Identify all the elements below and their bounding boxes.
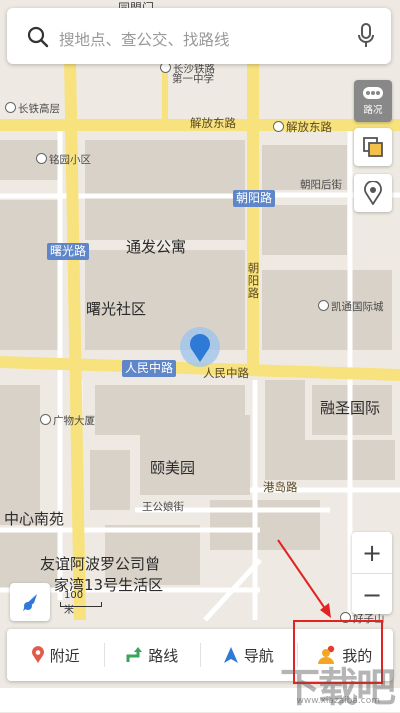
poi-guangwu: 广物大厦 — [40, 414, 95, 427]
zoom-control: + − — [352, 532, 392, 614]
area-yimei: 颐美园 — [150, 459, 196, 477]
tab-route[interactable]: 路线 — [103, 629, 201, 681]
tab-nearby[interactable]: 附近 — [7, 629, 104, 681]
layers-button[interactable] — [354, 128, 392, 166]
poi-chaoyanghoujie: 朝阳后街 — [300, 179, 342, 191]
location-pin-icon — [31, 646, 44, 663]
poi-changtie: 长铁高层 — [5, 102, 60, 115]
traffic-icon — [363, 87, 383, 99]
road-jiefang-2: 解放东路 — [273, 121, 332, 134]
scale-bar — [60, 602, 102, 607]
layers-icon — [363, 137, 383, 157]
search-icon — [27, 26, 49, 48]
traffic-button[interactable]: 路况 — [354, 80, 392, 122]
tab-navigate-label: 导航 — [243, 646, 274, 665]
poi-mingyuan: 铭园小区 — [36, 153, 91, 166]
area-tongfa: 通发公寓 — [126, 238, 187, 256]
search-bar[interactable]: 搜地点、查公交、找路线 — [7, 8, 391, 64]
zoom-in-button[interactable]: + — [352, 532, 392, 574]
area-rongsheng: 融圣国际 — [320, 399, 381, 417]
microphone-icon[interactable] — [357, 23, 375, 49]
poi-school-line2: 第一中学 — [172, 73, 214, 85]
locate-button[interactable] — [10, 583, 50, 621]
tab-route-label: 路线 — [148, 646, 179, 665]
navigation-arrow-icon — [223, 647, 238, 663]
area-shuguang: 曙光社区 — [86, 300, 147, 318]
area-youyi-line1: 友谊阿波罗公司曾 — [40, 555, 161, 573]
road-jiefang-1: 解放东路 — [190, 116, 236, 130]
watermark-url: www.xiazaiba.com — [296, 696, 380, 706]
road-wanggong: 王公娘街 — [142, 501, 184, 513]
poi-kaitong: 凯通国际城 — [318, 300, 384, 313]
road-tag-shuguang: 曙光路 — [47, 243, 90, 260]
road-gangdao: 港岛路 — [263, 480, 298, 494]
search-placeholder[interactable]: 搜地点、查公交、找路线 — [59, 28, 230, 50]
route-icon — [126, 647, 143, 662]
map-pin-icon — [364, 181, 382, 205]
area-zhongxin: 中心南苑 — [4, 510, 65, 528]
road-renmin: 人民中路 — [203, 366, 249, 380]
road-chaoyang-vertical: 朝阳路 — [246, 262, 261, 300]
road-tag-chaoyang: 朝阳路 — [233, 190, 276, 207]
zoom-out-button[interactable]: − — [352, 574, 392, 615]
map-pin-button[interactable] — [354, 174, 392, 212]
traffic-label: 路况 — [363, 105, 383, 116]
compass-icon — [23, 594, 37, 611]
road-tag-renmin: 人民中路 — [122, 360, 177, 377]
tab-nearby-label: 附近 — [49, 646, 80, 665]
